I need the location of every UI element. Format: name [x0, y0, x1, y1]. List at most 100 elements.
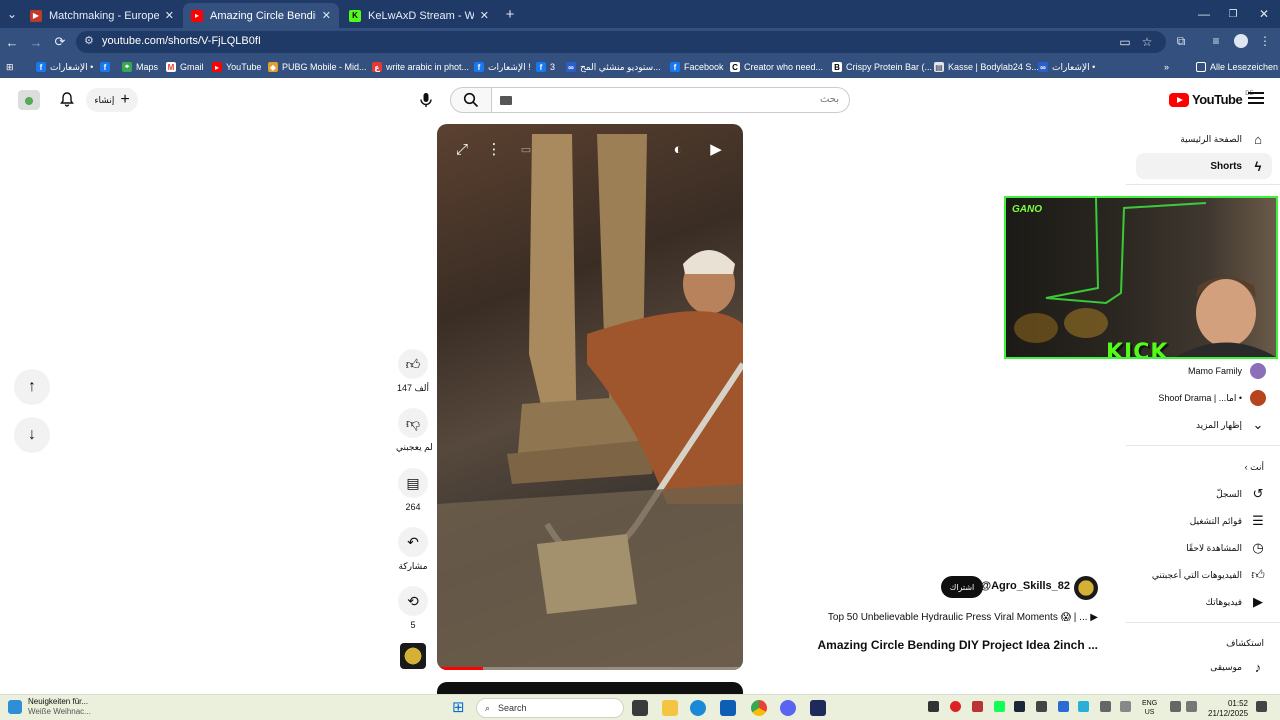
tray-record-icon[interactable] — [950, 701, 961, 712]
subscribe-button[interactable]: اشتراك — [941, 576, 983, 598]
site-info-icon[interactable]: ⚙ — [84, 34, 98, 48]
show-more-button[interactable]: إظهار المزيد ⌄ — [1136, 412, 1272, 438]
system-clock[interactable]: 01:52 21/12/2025 — [1208, 699, 1248, 719]
store-icon[interactable] — [720, 700, 736, 716]
next-video-preview[interactable] — [437, 682, 743, 694]
close-window-button[interactable]: ✕ — [1254, 4, 1274, 24]
address-bar[interactable]: ⚙ youtube.com/shorts/V-FjLQLB0fI ▭ ☆ — [76, 31, 1166, 53]
sidebar-item-subscription[interactable]: Shoof Drama | ...اما • — [1136, 385, 1272, 411]
bookmark-item[interactable]: ∞ الإشعارات • — [1038, 60, 1095, 74]
bookmark-star-icon[interactable]: ☆ — [1138, 33, 1156, 51]
keyboard-icon[interactable] — [500, 96, 512, 105]
tray-wifi-icon[interactable] — [1100, 701, 1111, 712]
tray-bluetooth-icon[interactable] — [1058, 701, 1069, 712]
extensions-icon[interactable]: ⧉ — [1172, 32, 1190, 50]
close-icon[interactable]: ✕ — [480, 9, 489, 22]
sidebar-item-subscription[interactable]: Mamo Family — [1136, 358, 1272, 384]
close-icon[interactable]: ✕ — [322, 9, 331, 22]
sidebar-item-home[interactable]: الصفحة الرئيسية ⌂ — [1136, 126, 1272, 152]
close-icon[interactable]: ✕ — [165, 9, 174, 22]
sidebar-item-music[interactable]: موسيقى ♪ — [1136, 654, 1272, 680]
edge-icon[interactable] — [690, 700, 706, 716]
tray-mic-icon[interactable] — [1120, 701, 1131, 712]
chrome-icon[interactable] — [751, 700, 767, 716]
remix-button[interactable]: ⟲ 5 — [396, 586, 430, 630]
tray-shield-icon[interactable] — [928, 701, 939, 712]
tab-youtube-short[interactable]: ▸ Amazing Circle Bending DIY Pr ✕ — [183, 3, 339, 28]
play-icon[interactable]: ▶ — [705, 138, 727, 160]
back-button[interactable]: ← — [2, 32, 22, 52]
tab-kick-stream[interactable]: K KeLwAxD Stream - Watch Live ✕ — [341, 3, 497, 28]
restore-button[interactable]: ❐ — [1223, 4, 1243, 24]
more-options-icon[interactable]: ⋮ — [483, 138, 505, 160]
windows-start-icon[interactable]: ⊞ — [452, 698, 468, 716]
bookmark-item[interactable]: M Gmail — [166, 60, 204, 74]
sidebar-item-history[interactable]: السجلّ ↺ — [1136, 481, 1272, 507]
video-progress-bar[interactable] — [437, 667, 743, 670]
sidebar-item-liked-videos[interactable]: الفيديوهات التي أعجبتني 👍︎ — [1136, 562, 1272, 588]
notifications-bell-icon[interactable] — [56, 88, 78, 110]
task-view-icon[interactable] — [632, 700, 648, 716]
bookmark-item[interactable]: f3 — [536, 60, 555, 74]
reload-button[interactable]: ⟳ — [50, 32, 70, 52]
tray-valorant-icon[interactable] — [972, 701, 983, 712]
profile-avatar[interactable] — [1232, 32, 1250, 50]
next-short-button[interactable]: ↓ — [14, 417, 50, 453]
you-section-header[interactable]: ‹ أنت — [1245, 462, 1264, 473]
tray-app-icon[interactable] — [1036, 701, 1047, 712]
bookmark-item[interactable]: ∞ ستوديو منشئي المح... — [566, 60, 661, 74]
all-bookmarks[interactable]: Alle Lesezeichen — [1196, 60, 1278, 74]
create-button[interactable]: إنشاء + — [86, 88, 138, 112]
tray-nvidia-icon[interactable] — [994, 701, 1005, 712]
bookmark-item[interactable]: ع write arabic in phot... — [372, 60, 469, 74]
sidebar-item-shorts[interactable]: Shorts ϟ — [1136, 153, 1272, 179]
bookmark-item[interactable]: f الإشعارات ! — [474, 60, 531, 74]
channel-thumbnail[interactable] — [400, 643, 426, 669]
avatar[interactable] — [18, 90, 40, 110]
bookmark-item[interactable]: f الإشعارات • — [36, 60, 93, 74]
share-button[interactable]: ↶ مشاركة — [396, 527, 430, 572]
volume-icon[interactable]: ◐ — [667, 138, 689, 160]
minimize-button[interactable]: — — [1194, 4, 1214, 24]
playlist-link[interactable]: Top 50 Unbelievable Hydraulic Press Vira… — [828, 612, 1098, 623]
bookmark-item[interactable]: f — [100, 60, 114, 74]
taskbar-search[interactable]: ⌕ Search — [476, 698, 624, 718]
comments-button[interactable]: ▤ 264 — [396, 468, 430, 512]
sidebar-item-playlists[interactable]: قوائم التشغيل ☰ — [1136, 508, 1272, 534]
dislike-button[interactable]: 👎︎ لم يعجبني — [396, 408, 433, 453]
cast-icon[interactable]: ▭ — [1116, 33, 1134, 51]
tab-matchmaking[interactable]: ▶ Matchmaking - Europe 5v5 Qu ✕ — [22, 3, 182, 28]
sidebar-item-your-videos[interactable]: فيديوهاتك ▶ — [1136, 589, 1272, 615]
previous-short-button[interactable]: ↑ — [14, 369, 50, 405]
bookmark-item[interactable]: f Facebook — [670, 60, 724, 74]
tray-steam-icon[interactable] — [1014, 701, 1025, 712]
fullscreen-icon[interactable]: ⤢ — [451, 138, 473, 160]
media-controls-icon[interactable]: ≡ — [1207, 32, 1225, 50]
file-explorer-icon[interactable] — [662, 700, 678, 716]
app-icon[interactable] — [810, 700, 826, 716]
tray-cloud-icon[interactable] — [1078, 701, 1089, 712]
search-input[interactable]: بحث — [492, 87, 850, 113]
bookmark-item[interactable]: ⌖ Maps — [122, 60, 158, 74]
bookmark-item[interactable]: ◆ PUBG Mobile - Mid... — [268, 60, 367, 74]
bookmark-item[interactable]: ▸ YouTube — [212, 60, 261, 74]
notification-icon[interactable] — [1256, 701, 1267, 712]
hamburger-menu-icon[interactable] — [1248, 92, 1264, 106]
tab-search-icon[interactable]: ⌄ — [2, 4, 22, 24]
new-tab-button[interactable]: + — [500, 4, 520, 24]
channel-name[interactable]: @Agro_Skills_82 — [980, 580, 1070, 592]
channel-avatar[interactable] — [1074, 576, 1098, 600]
shorts-video-player[interactable]: ⤢ ⋮ ▭ ◐ ▶ — [437, 124, 743, 670]
search-button[interactable] — [450, 87, 492, 113]
sidebar-item-watch-later[interactable]: المشاهدة لاحقًا ◷ — [1136, 535, 1272, 561]
news-widget[interactable]: Neuigkeiten für... Weiße Weihnac... — [8, 697, 91, 717]
apps-icon[interactable]: ⊞ — [6, 60, 14, 74]
more-bookmarks-icon[interactable]: » — [1164, 60, 1169, 74]
bookmark-item[interactable]: ▤ Kasse | Bodylab24 S... — [934, 60, 1039, 74]
bookmark-item[interactable]: C Creator who need... — [730, 60, 823, 74]
tray-network-icon[interactable] — [1170, 701, 1181, 712]
youtube-logo[interactable]: YouTube DE — [1169, 91, 1254, 107]
tray-volume-icon[interactable] — [1186, 701, 1197, 712]
language-indicator[interactable]: ENG US — [1142, 699, 1157, 717]
discord-icon[interactable] — [780, 700, 796, 716]
